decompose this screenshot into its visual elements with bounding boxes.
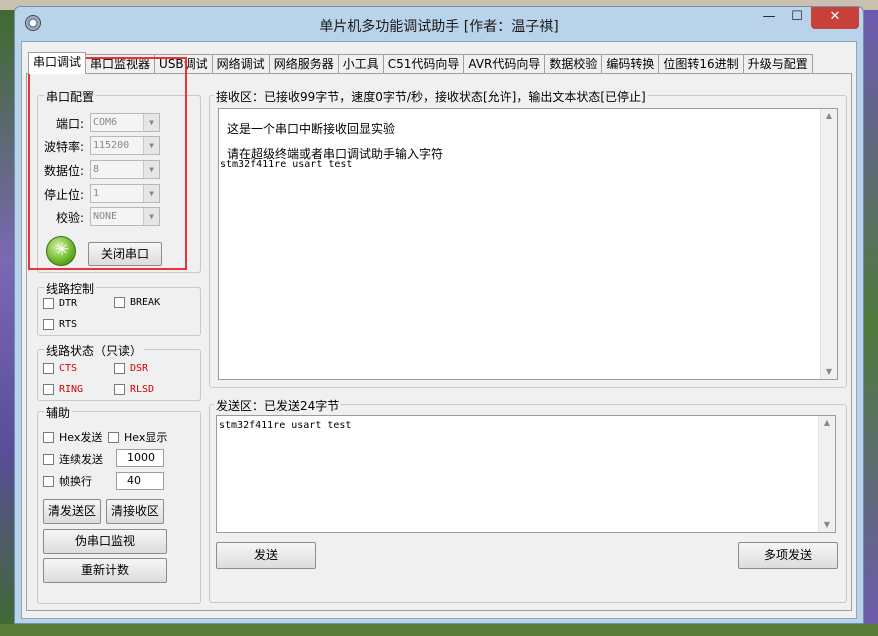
port-value: COM6 xyxy=(93,117,118,128)
line-status-group: 线路状态（只读） CTS DSR RING RLSD xyxy=(37,342,201,401)
data-bits-label: 数据位: xyxy=(43,164,84,178)
desktop-right-edge xyxy=(864,10,878,636)
frame-newline-checkbox[interactable]: 帧换行 xyxy=(43,473,92,489)
continuous-interval-input[interactable]: 1000 xyxy=(116,449,164,467)
chevron-down-icon[interactable]: ▼ xyxy=(143,208,159,225)
tab-upgrade-config[interactable]: 升级与配置 xyxy=(742,54,813,74)
frame-value-input[interactable]: 40 xyxy=(116,472,164,490)
ring-indicator: RING xyxy=(43,384,83,395)
parity-value: NONE xyxy=(93,211,118,222)
tab-network-debug[interactable]: 网络调试 xyxy=(211,54,270,74)
clear-send-button[interactable]: 清发送区 xyxy=(43,499,101,524)
app-window: 单片机多功能调试助手 [作者：温子祺] — ☐ ✕ 串口调试 串口监视器 USB… xyxy=(14,6,864,624)
parity-label: 校验: xyxy=(55,211,84,225)
close-port-button[interactable]: 关闭串口 xyxy=(88,242,162,266)
send-button[interactable]: 发送 xyxy=(216,542,316,569)
cts-indicator: CTS xyxy=(43,363,77,374)
hex-send-checkbox[interactable]: Hex发送 xyxy=(43,429,102,445)
tab-network-server[interactable]: 网络服务器 xyxy=(268,54,339,74)
reset-count-button[interactable]: 重新计数 xyxy=(43,558,167,583)
assist-title: 辅助 xyxy=(44,404,73,421)
scroll-up-icon[interactable]: ▲ xyxy=(819,416,835,430)
parity-select[interactable]: NONE ▼ xyxy=(90,207,160,226)
stop-bits-select[interactable]: 1 ▼ xyxy=(90,184,160,203)
baud-label: 波特率: xyxy=(43,140,84,154)
send-status-title: 发送区：已发送24字节 xyxy=(214,397,342,414)
line-control-title: 线路控制 xyxy=(44,280,97,297)
chevron-down-icon[interactable]: ▼ xyxy=(143,185,159,202)
tab-strip: 串口调试 串口监视器 USB调试 网络调试 网络服务器 小工具 C51代码向导 … xyxy=(28,52,813,74)
baud-select[interactable]: 115200 ▼ xyxy=(90,136,160,155)
rlsd-indicator: RLSD xyxy=(114,384,154,395)
receive-line: stm32f411re usart test xyxy=(220,159,353,170)
data-bits-select[interactable]: 8 ▼ xyxy=(90,160,160,179)
tab-bitmap-hex[interactable]: 位图转16进制 xyxy=(658,54,744,74)
maximize-button[interactable]: ☐ xyxy=(783,7,811,29)
receive-line: 这是一个串口中断接收回显实验 xyxy=(227,122,396,136)
line-status-title: 线路状态（只读） xyxy=(44,342,145,359)
serial-debug-panel: 串口配置 端口: COM6 ▼ 波特率: 115200 ▼ 数据位: 8 ▼ 停止位:… xyxy=(26,73,852,611)
desktop-left-edge xyxy=(0,10,14,636)
chevron-down-icon[interactable]: ▼ xyxy=(143,137,159,154)
multi-send-button[interactable]: 多项发送 xyxy=(738,542,838,569)
stop-bits-label: 停止位: xyxy=(43,188,84,202)
close-button[interactable]: ✕ xyxy=(811,7,859,29)
line-control-group: 线路控制 DTR BREAK RTS xyxy=(37,280,201,336)
scroll-down-icon[interactable]: ▼ xyxy=(819,518,835,532)
tab-tools[interactable]: 小工具 xyxy=(337,54,384,74)
tab-serial-debug[interactable]: 串口调试 xyxy=(28,52,87,74)
dtr-checkbox[interactable]: DTR xyxy=(43,298,77,309)
receive-status-title: 接收区：已接收99字节，速度0字节/秒，接收状态[允许]，输出文本状态[已停止] xyxy=(214,88,648,105)
break-checkbox[interactable]: BREAK xyxy=(114,297,160,308)
port-label: 端口: xyxy=(55,117,84,131)
port-select[interactable]: COM6 ▼ xyxy=(90,113,160,132)
window-title: 单片机多功能调试助手 [作者：温子祺] xyxy=(319,19,559,35)
power-status-icon xyxy=(46,236,77,266)
pseudo-monitor-button[interactable]: 伪串口监视 xyxy=(43,529,167,554)
chevron-down-icon[interactable]: ▼ xyxy=(143,161,159,178)
receive-group: 接收区：已接收99字节，速度0字节/秒，接收状态[允许]，输出文本状态[已停止]… xyxy=(209,88,847,388)
send-scrollbar[interactable]: ▲ ▼ xyxy=(818,416,835,532)
minimize-button[interactable]: — xyxy=(755,7,783,29)
receive-textarea[interactable]: 这是一个串口中断接收回显实验 请在超级终端或者串口调试助手输入字符 stm32f… xyxy=(218,108,838,380)
chevron-down-icon[interactable]: ▼ xyxy=(143,114,159,131)
scroll-down-icon[interactable]: ▼ xyxy=(821,365,837,379)
tab-serial-monitor[interactable]: 串口监视器 xyxy=(85,54,156,74)
receive-scrollbar[interactable]: ▲ ▼ xyxy=(820,109,837,379)
client-area: 串口调试 串口监视器 USB调试 网络调试 网络服务器 小工具 C51代码向导 … xyxy=(21,41,857,619)
hex-display-checkbox[interactable]: Hex显示 xyxy=(108,429,167,445)
rts-checkbox[interactable]: RTS xyxy=(43,319,77,330)
tab-encoding[interactable]: 编码转换 xyxy=(601,54,660,74)
scroll-up-icon[interactable]: ▲ xyxy=(821,109,837,123)
clear-receive-button[interactable]: 清接收区 xyxy=(106,499,164,524)
assist-group: 辅助 Hex发送 Hex显示 连续发送 1000 帧换行 40 清发送区 清接收… xyxy=(37,404,201,604)
baud-value: 115200 xyxy=(93,140,130,151)
send-textarea[interactable]: stm32f411re usart test ▲ ▼ xyxy=(216,415,836,533)
desktop-bottom-edge xyxy=(0,624,878,636)
send-text: stm32f411re usart test xyxy=(219,420,352,431)
serial-config-title: 串口配置 xyxy=(44,88,97,105)
dsr-indicator: DSR xyxy=(114,363,148,374)
continuous-send-checkbox[interactable]: 连续发送 xyxy=(43,451,103,467)
tab-usb-debug[interactable]: USB调试 xyxy=(154,54,213,74)
tab-avr-wizard[interactable]: AVR代码向导 xyxy=(463,54,546,74)
tab-data-checksum[interactable]: 数据校验 xyxy=(544,54,603,74)
data-bits-value: 8 xyxy=(93,164,100,175)
stop-bits-value: 1 xyxy=(93,188,100,199)
title-bar[interactable]: 单片机多功能调试助手 [作者：温子祺] — ☐ ✕ xyxy=(15,7,863,41)
serial-config-group: 串口配置 端口: COM6 ▼ 波特率: 115200 ▼ 数据位: 8 ▼ 停止位:… xyxy=(37,88,201,273)
tab-c51-wizard[interactable]: C51代码向导 xyxy=(382,54,465,74)
send-group: 发送区：已发送24字节 stm32f411re usart test ▲ ▼ 发… xyxy=(209,397,847,603)
